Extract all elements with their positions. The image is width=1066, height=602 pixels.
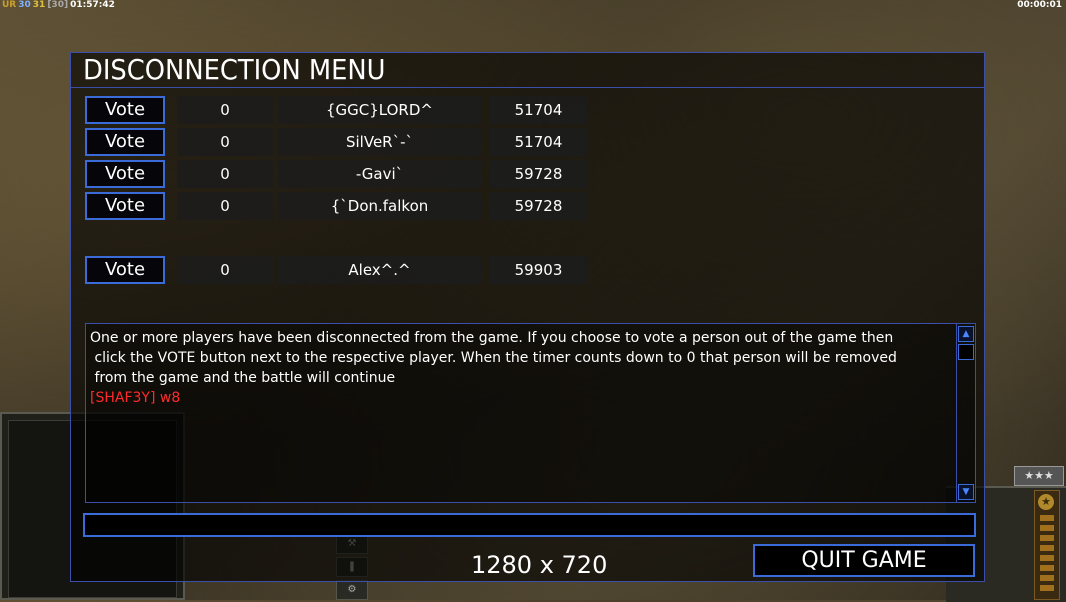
vote-button[interactable]: Vote: [85, 192, 165, 220]
chat-text: One or more players have been disconnect…: [90, 328, 950, 408]
rank-bar-segment: [1040, 565, 1054, 571]
general-points-bar: ★: [1034, 490, 1060, 600]
top-status-bar: UR 30 31 [30] 01:57:42: [2, 0, 117, 10]
title-bar: DISCONNECTION MENU: [71, 53, 984, 88]
chat-log[interactable]: One or more players have been disconnect…: [85, 323, 976, 503]
scroll-up-icon[interactable]: ▲: [958, 326, 974, 342]
vote-count: 0: [177, 192, 273, 220]
elapsed-timer: 00:00:01: [1017, 0, 1062, 10]
info-line: One or more players have been disconnect…: [90, 330, 894, 346]
player-timer: 59728: [490, 192, 587, 220]
disconnection-menu: DISCONNECTION MENU Vote 0 {GGC}LORD^ 517…: [70, 52, 985, 582]
status-tag: UR: [2, 0, 17, 10]
rank-bar-segment: [1040, 545, 1054, 551]
scroll-down-icon[interactable]: ▼: [958, 484, 974, 500]
player-name: {GGC}LORD^: [278, 96, 481, 124]
vote-button[interactable]: Vote: [85, 160, 165, 188]
menu-title: DISCONNECTION MENU: [83, 53, 386, 86]
vote-count: 0: [177, 160, 273, 188]
chat-input[interactable]: [83, 513, 976, 537]
player-name: SilVeR`-`: [278, 128, 481, 156]
resolution-label: 1280 x 720: [471, 551, 608, 579]
info-line: click the VOTE button next to the respec…: [90, 350, 897, 366]
tool-icon[interactable]: ⚙: [336, 580, 368, 600]
quit-game-button[interactable]: QUIT GAME: [753, 544, 975, 577]
vote-button[interactable]: Vote: [85, 96, 165, 124]
rank-stars-icon: ★★★: [1014, 466, 1064, 486]
rank-bar-segment: [1040, 555, 1054, 561]
rank-bar-segment: [1040, 535, 1054, 541]
player-timer: 59903: [490, 256, 587, 284]
status-value-1: 30: [18, 0, 31, 10]
player-timer: 51704: [490, 128, 587, 156]
player-name: -Gavi`: [278, 160, 481, 188]
rank-bar-segment: [1040, 515, 1054, 521]
vote-button[interactable]: Vote: [85, 128, 165, 156]
chat-scrollbar[interactable]: ▲ ▼: [956, 324, 975, 502]
rank-bar-segment: [1040, 585, 1054, 591]
player-timer: 59728: [490, 160, 587, 188]
player-timer: 51704: [490, 96, 587, 124]
rank-bar-segment: [1040, 525, 1054, 531]
rank-bar-segment: [1040, 575, 1054, 581]
info-line: from the game and the battle will contin…: [90, 370, 396, 386]
player-name: Alex^.^: [278, 256, 481, 284]
status-bracket: [30]: [47, 0, 69, 10]
status-value-2: 31: [32, 0, 46, 10]
vote-count: 0: [177, 96, 273, 124]
game-clock: 01:57:42: [70, 0, 115, 10]
scroll-thumb[interactable]: [958, 344, 974, 360]
vote-count: 0: [177, 128, 273, 156]
chat-message: [SHAF3Y] w8: [90, 390, 181, 406]
vote-button[interactable]: Vote: [85, 256, 165, 284]
vote-count: 0: [177, 256, 273, 284]
player-name: {`Don.falkon: [278, 192, 481, 220]
general-star-icon: ★: [1038, 494, 1054, 510]
